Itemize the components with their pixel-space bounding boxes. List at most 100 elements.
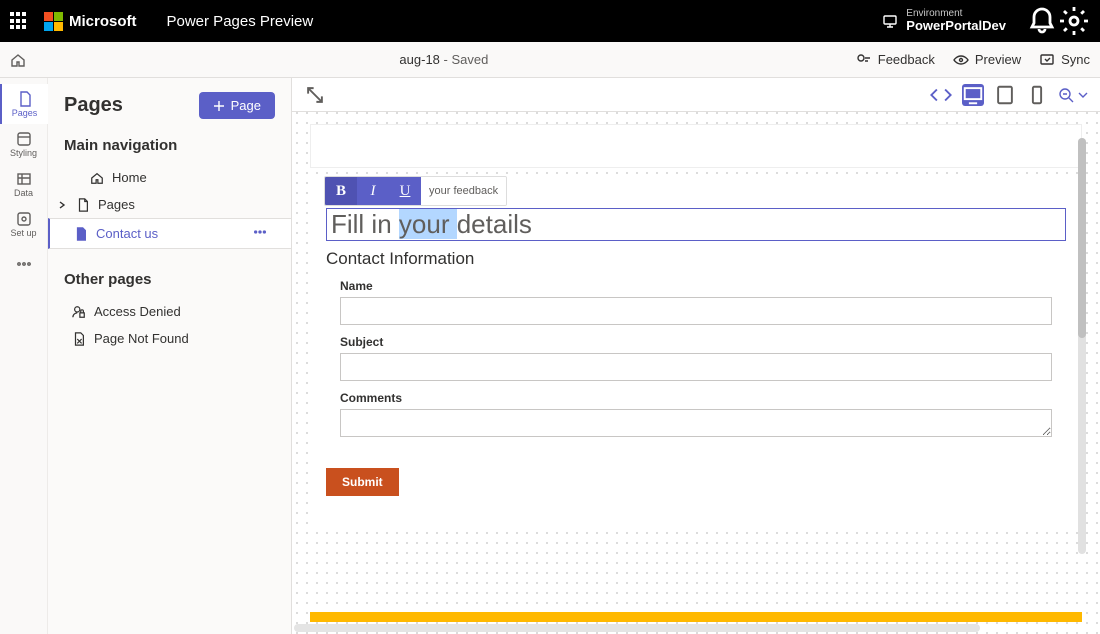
left-rail: Pages Styling Data Set up — [0, 78, 48, 634]
name-input[interactable] — [340, 297, 1052, 325]
environment-picker[interactable]: Environment PowerPortalDev — [882, 8, 1006, 33]
section-main-nav: Main navigation — [48, 133, 291, 164]
headline-post: details — [457, 209, 532, 239]
bell-icon — [1026, 5, 1058, 37]
setup-icon — [16, 211, 32, 227]
nav-contact-label: Contact us — [96, 226, 158, 241]
canvas-horizontal-scrollbar[interactable] — [294, 624, 980, 632]
rail-styling[interactable]: Styling — [0, 124, 48, 164]
tablet-view-button[interactable] — [994, 84, 1016, 106]
toolbar-hint-text: your feedback — [421, 177, 506, 205]
rail-setup-label: Set up — [10, 228, 36, 238]
canvas-toolbar — [292, 78, 1100, 112]
rail-setup[interactable]: Set up — [0, 204, 48, 244]
subject-label: Subject — [340, 335, 1052, 349]
preview-button[interactable]: Preview — [953, 52, 1021, 68]
code-view-button[interactable] — [930, 84, 952, 106]
pages-icon — [17, 91, 33, 107]
nav-pages[interactable]: Pages — [48, 191, 291, 218]
preview-label: Preview — [975, 52, 1021, 67]
sync-button[interactable]: Sync — [1039, 52, 1090, 68]
rail-data-label: Data — [14, 188, 33, 198]
desktop-icon — [962, 84, 984, 106]
home-icon[interactable] — [10, 52, 26, 68]
nav-home[interactable]: Home — [48, 164, 291, 191]
chevron-down-icon — [1078, 90, 1088, 100]
canvas-vertical-scrollbar[interactable] — [1078, 138, 1086, 554]
footer-accent — [310, 612, 1082, 622]
microsoft-logo: Microsoft — [44, 12, 137, 31]
expand-icon — [304, 84, 326, 106]
desktop-view-button[interactable] — [962, 84, 984, 106]
comments-label: Comments — [340, 391, 1052, 405]
comments-input[interactable] — [340, 409, 1052, 437]
brand-text: Microsoft — [69, 13, 137, 30]
file-icon — [74, 227, 88, 241]
nav-pages-label: Pages — [98, 197, 135, 212]
add-page-label: Page — [231, 98, 261, 113]
environment-name: PowerPortalDev — [906, 19, 1006, 33]
nav-item-more[interactable] — [253, 225, 275, 242]
chevron-right-icon — [58, 201, 66, 209]
pages-panel: Pages Page Main navigation Home Pages Co… — [48, 78, 292, 634]
section-other-pages: Other pages — [48, 267, 291, 298]
expand-icon-button[interactable] — [304, 84, 326, 106]
document-status: - Saved — [440, 52, 488, 67]
nav-contact-us[interactable]: Contact us — [48, 218, 291, 249]
text-format-toolbar: B I U your feedback — [324, 176, 507, 206]
rail-styling-label: Styling — [10, 148, 37, 158]
sync-label: Sync — [1061, 52, 1090, 67]
zoom-control[interactable] — [1058, 87, 1088, 103]
mobile-icon — [1026, 84, 1048, 106]
tablet-icon — [994, 84, 1016, 106]
command-bar: aug-18 - Saved Feedback Preview Sync — [0, 42, 1100, 78]
nav-access-denied-label: Access Denied — [94, 304, 181, 319]
add-page-button[interactable]: Page — [199, 92, 275, 119]
empty-section[interactable] — [310, 124, 1082, 168]
settings-button[interactable] — [1058, 5, 1090, 37]
underline-button[interactable]: U — [389, 177, 421, 205]
person-lock-icon — [72, 305, 86, 319]
file-x-icon — [72, 332, 86, 346]
design-canvas: B I U your feedback Fill in your details… — [292, 78, 1100, 634]
styling-icon — [16, 131, 32, 147]
form-section-heading: Contact Information — [326, 249, 1066, 269]
ellipsis-icon — [253, 225, 267, 239]
notifications-button[interactable] — [1026, 5, 1058, 37]
home-icon — [90, 171, 104, 185]
plus-icon — [213, 100, 225, 112]
code-icon — [930, 84, 952, 106]
name-label: Name — [340, 279, 1052, 293]
feedback-icon — [856, 52, 872, 68]
rail-pages-label: Pages — [12, 108, 38, 118]
eye-icon — [953, 52, 969, 68]
nav-not-found-label: Page Not Found — [94, 331, 189, 346]
zoom-icon — [1058, 87, 1074, 103]
sync-icon — [1039, 52, 1055, 68]
subject-input[interactable] — [340, 353, 1052, 381]
ellipsis-icon — [16, 256, 32, 272]
italic-button[interactable]: I — [357, 177, 389, 205]
microsoft-logo-tiles — [44, 12, 63, 31]
nav-access-denied[interactable]: Access Denied — [48, 298, 291, 325]
data-icon — [16, 171, 32, 187]
headline-selection: your — [399, 209, 457, 239]
document-title: aug-18 — [399, 52, 439, 67]
feedback-label: Feedback — [878, 52, 935, 67]
panel-title: Pages — [64, 94, 123, 117]
headline-editable[interactable]: Fill in your details — [326, 208, 1066, 241]
rail-more[interactable] — [0, 244, 48, 284]
gear-icon — [1058, 5, 1090, 37]
environment-icon — [882, 13, 898, 29]
form-section[interactable]: B I U your feedback Fill in your details… — [310, 182, 1082, 524]
nav-home-label: Home — [112, 170, 147, 185]
bold-button[interactable]: B — [325, 177, 357, 205]
app-launcher-icon[interactable] — [10, 12, 28, 30]
submit-button[interactable]: Submit — [326, 468, 399, 496]
rail-data[interactable]: Data — [0, 164, 48, 204]
headline-pre: Fill in — [331, 209, 399, 239]
nav-page-not-found[interactable]: Page Not Found — [48, 325, 291, 352]
feedback-button[interactable]: Feedback — [856, 52, 935, 68]
mobile-view-button[interactable] — [1026, 84, 1048, 106]
rail-pages[interactable]: Pages — [0, 84, 48, 124]
